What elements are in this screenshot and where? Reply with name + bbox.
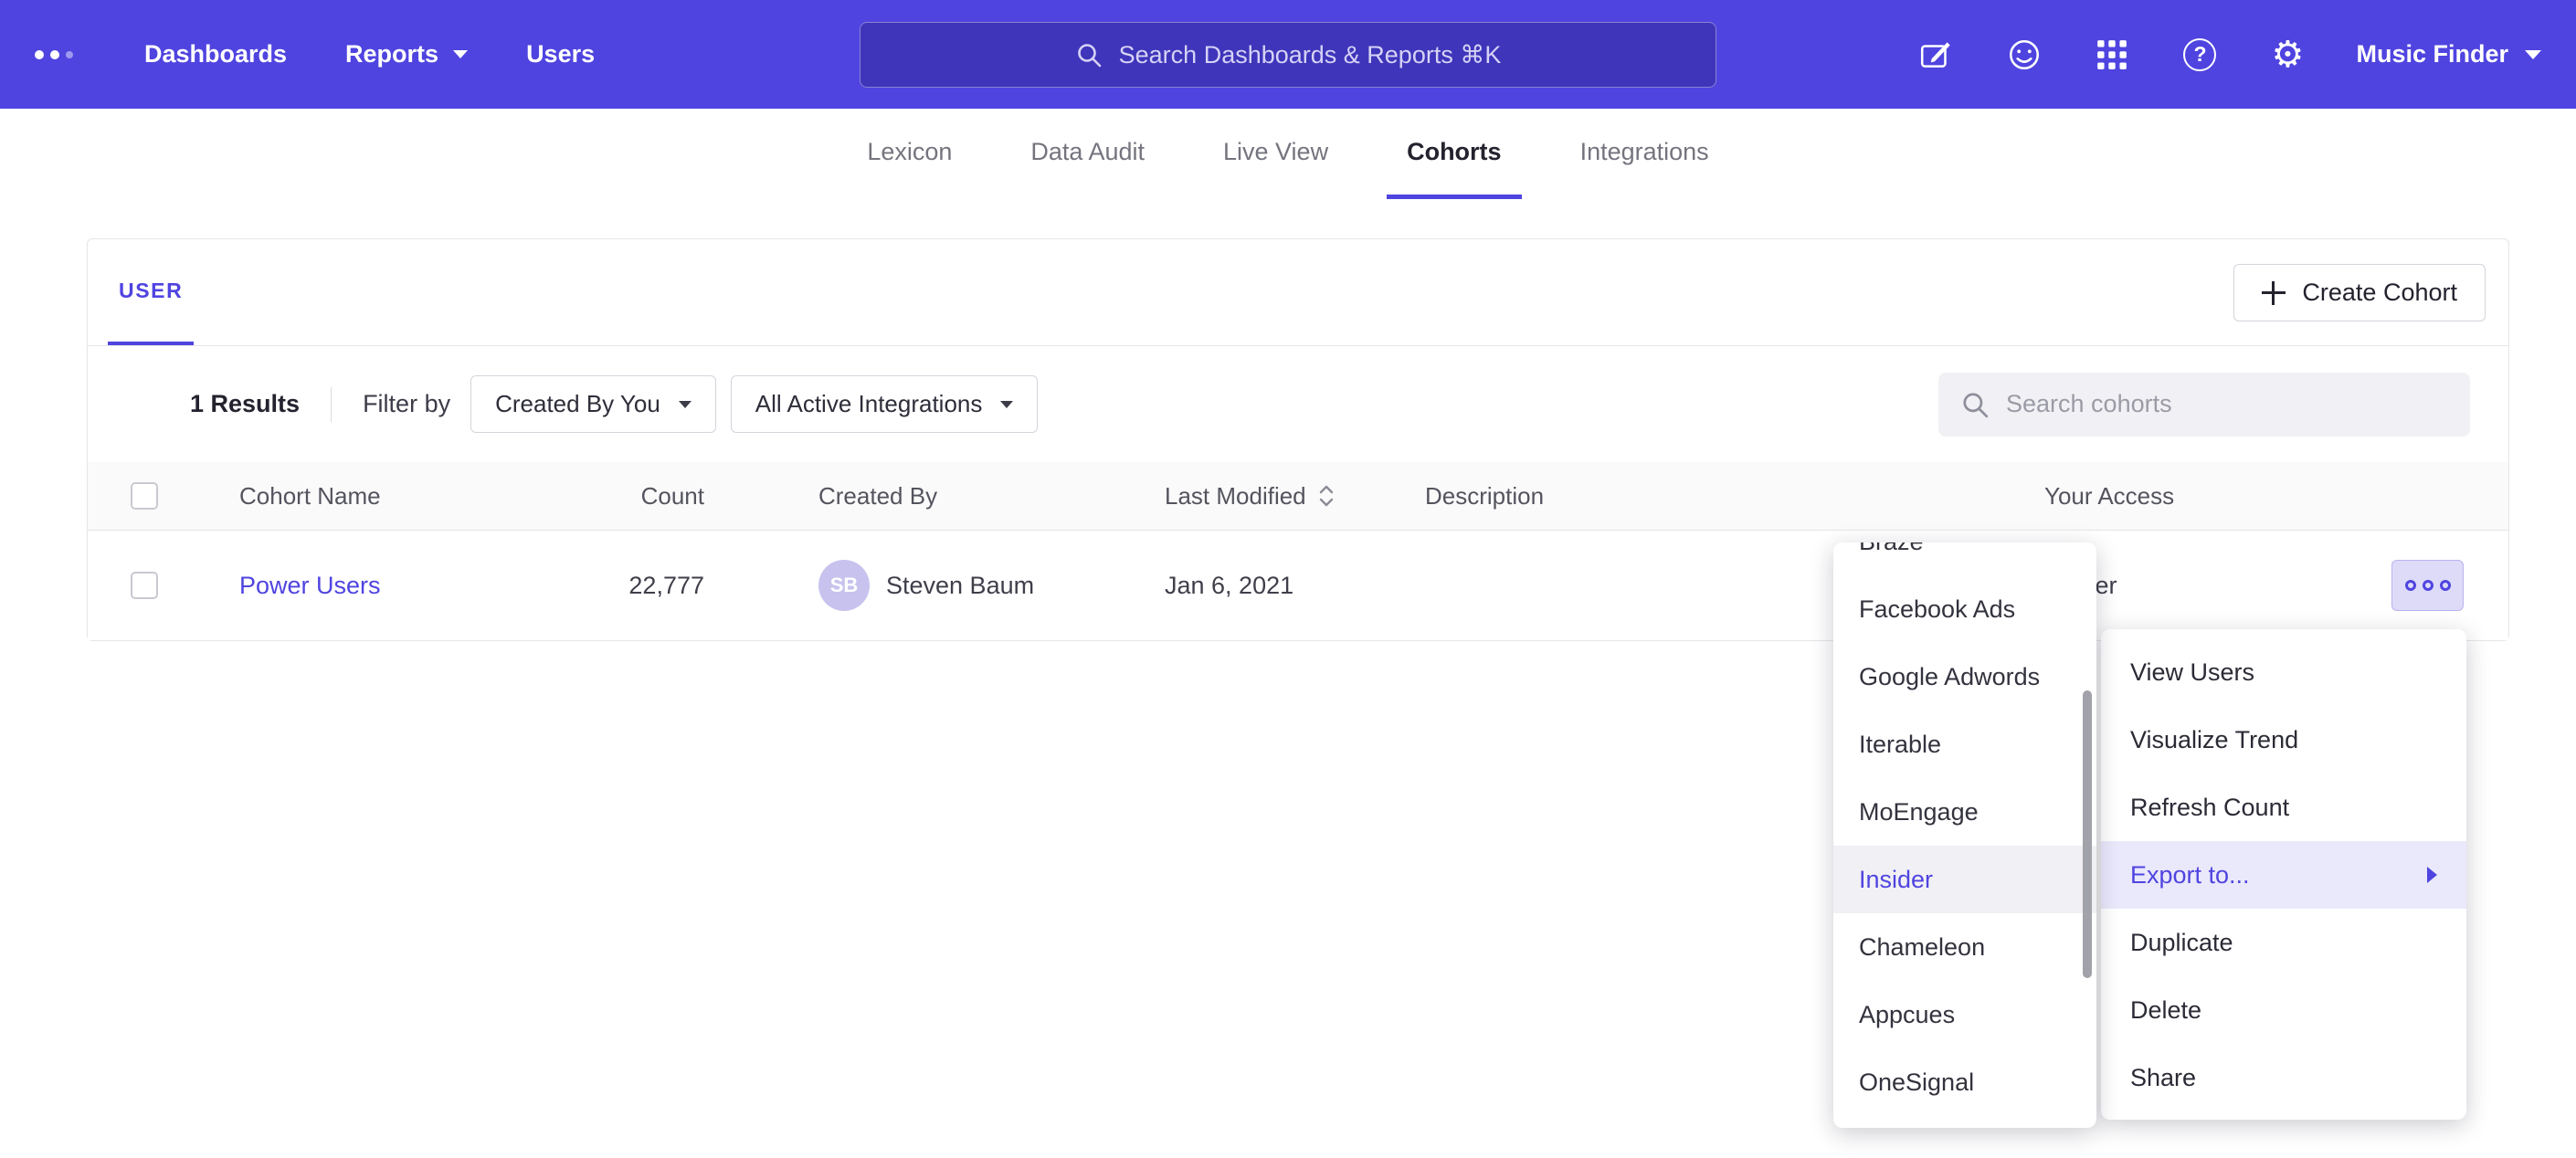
submenu-item-moengage[interactable]: MoEngage [1833,778,2096,846]
menu-item-visualize-trend[interactable]: Visualize Trend [2101,706,2466,774]
col-count: Count [513,482,704,511]
cohort-name-link[interactable]: Power Users [239,572,381,599]
menu-item-share[interactable]: Share [2101,1044,2466,1111]
workspace-menu[interactable]: Music Finder [2356,40,2541,68]
submenu-item-braze[interactable]: Braze [1833,542,2096,575]
nav-users[interactable]: Users [526,40,595,68]
tab-integrations[interactable]: Integrations [1560,109,1729,199]
create-cohort-button[interactable]: Create Cohort [2233,264,2486,321]
help-glyph: ? [2183,38,2216,71]
card-header: USER Create Cohort [88,239,2508,346]
dot-icon [2423,580,2433,591]
brand-dots-icon[interactable] [35,50,73,59]
submenu-item-chameleon[interactable]: Chameleon [1833,913,2096,981]
global-search-placeholder: Search Dashboards & Reports ⌘K [1119,41,1502,69]
nav-reports-label: Reports [345,40,438,68]
cohort-search-placeholder: Search cohorts [2006,390,2172,418]
row-actions-button[interactable] [2391,560,2464,611]
table-row: Power Users 22,777 SB Steven Baum Jan 6,… [88,531,2508,640]
create-cohort-label: Create Cohort [2302,279,2457,307]
tab-user[interactable]: USER [108,239,194,345]
last-modified-cell: Jan 6, 2021 [1165,572,1425,600]
submenu-item-insider[interactable]: Insider [1833,846,2096,913]
submenu-item-onesignal[interactable]: OneSignal [1833,1048,2096,1116]
filter-row: 1 Results Filter by Created By You All A… [88,346,2508,462]
sort-icon [1317,483,1336,509]
tab-data-audit[interactable]: Data Audit [1010,109,1165,199]
menu-item-duplicate[interactable]: Duplicate [2101,909,2466,976]
nav-reports[interactable]: Reports [345,40,468,68]
top-nav: Dashboards Reports Users Search Dashboar… [0,0,2576,109]
col-description: Description [1425,482,2044,511]
tab-lexicon[interactable]: Lexicon [847,109,972,199]
smiley-glyph [2006,37,2043,73]
tab-live-view[interactable]: Live View [1203,109,1348,199]
menu-item-export-to[interactable]: Export to... [2101,841,2466,909]
dot-icon [2405,580,2416,591]
compose-feedback-glyph [1918,37,1955,73]
menu-item-export-to-label: Export to... [2130,861,2250,890]
cohorts-card: USER Create Cohort 1 Results Filter by C… [87,238,2509,641]
submenu-arrow-icon [2427,867,2437,883]
apps-grid-icon[interactable] [2093,36,2131,74]
scrollbar-thumb[interactable] [2083,690,2092,978]
col-last-modified-label: Last Modified [1165,482,1306,511]
col-cohort-name: Cohort Name [239,482,513,511]
compose-feedback-icon[interactable] [1917,36,1956,74]
cohort-search-input[interactable]: Search cohorts [1938,373,2470,437]
menu-item-refresh-count[interactable]: Refresh Count [2101,774,2466,841]
table-header: Cohort Name Count Created By Last Modifi… [88,462,2508,531]
chevron-down-icon [2525,50,2541,59]
apps-grid-glyph [2095,37,2129,72]
row-checkbox[interactable] [131,572,158,599]
cohort-count: 22,777 [513,572,704,600]
chevron-down-icon [1000,401,1013,408]
col-created-by: Created By [704,482,1165,511]
nav-dashboards-label: Dashboards [144,40,287,68]
submenu-item-facebook-ads[interactable]: Facebook Ads [1833,575,2096,643]
plus-icon [2262,281,2286,305]
section-tabbar: Lexicon Data Audit Live View Cohorts Int… [0,109,2576,199]
col-your-access: Your Access [2044,482,2508,511]
select-all-checkbox[interactable] [131,482,158,510]
filter-by-label: Filter by [363,390,450,418]
global-search-input[interactable]: Search Dashboards & Reports ⌘K [860,22,1716,88]
results-count: 1 Results [190,390,300,418]
chevron-down-icon [679,401,692,408]
tab-cohorts[interactable]: Cohorts [1387,109,1522,199]
export-submenu: Braze Facebook Ads Google Adwords Iterab… [1833,542,2096,1128]
help-icon[interactable]: ? [2180,36,2219,74]
settings-gear-icon[interactable]: ⚙ [2268,36,2307,74]
menu-item-view-users[interactable]: View Users [2101,638,2466,706]
nav-right-group: ? ⚙ Music Finder [1917,36,2541,74]
menu-item-delete[interactable]: Delete [2101,976,2466,1044]
smiley-feedback-icon[interactable] [2005,36,2043,74]
dot-icon [2440,580,2451,591]
search-icon [1960,390,1990,419]
submenu-item-appcues[interactable]: Appcues [1833,981,2096,1048]
search-icon [1075,41,1103,68]
vertical-divider [331,387,332,422]
integrations-filter-value: All Active Integrations [755,390,983,418]
integrations-filter[interactable]: All Active Integrations [731,375,1039,433]
created-by-filter-value: Created By You [495,390,660,418]
avatar: SB [818,560,870,611]
nav-users-label: Users [526,40,595,68]
submenu-item-google-adwords[interactable]: Google Adwords [1833,643,2096,711]
submenu-item-iterable[interactable]: Iterable [1833,711,2096,778]
col-last-modified[interactable]: Last Modified [1165,482,1425,511]
workspace-name: Music Finder [2356,40,2508,68]
created-by-filter[interactable]: Created By You [470,375,716,433]
chevron-down-icon [453,50,468,58]
row-context-menu: View Users Visualize Trend Refresh Count… [2101,629,2466,1120]
gear-glyph: ⚙ [2272,37,2305,73]
nav-dashboards[interactable]: Dashboards [144,40,287,68]
created-by-cell: SB Steven Baum [704,560,1165,611]
created-by-name: Steven Baum [886,572,1034,600]
